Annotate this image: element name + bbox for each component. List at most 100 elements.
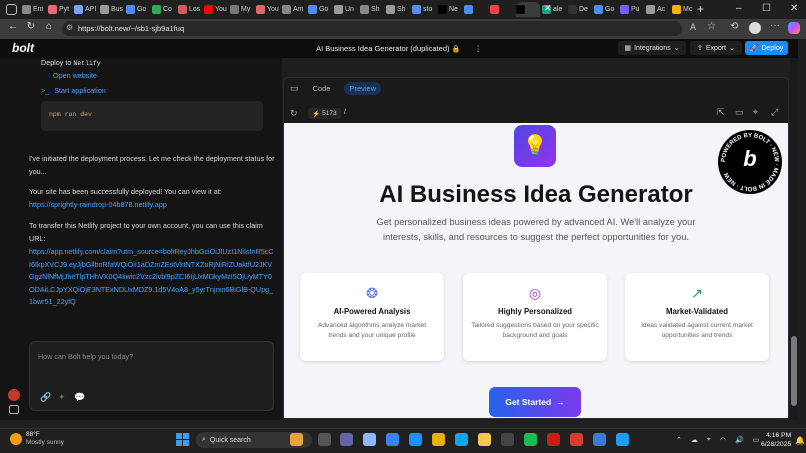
clock[interactable]: 4:16 PM 6/28/2025 xyxy=(761,431,791,449)
browser-tab[interactable]: Co xyxy=(152,2,177,17)
browser-tab[interactable] xyxy=(464,2,489,17)
explorer-icon[interactable] xyxy=(478,433,491,446)
export-button[interactable]: ⇪ Export ⌄ xyxy=(690,41,742,55)
start-button[interactable] xyxy=(176,433,189,446)
browser-tab[interactable]: API xyxy=(74,2,99,17)
preview-path-input[interactable]: / xyxy=(344,109,346,116)
photos-icon[interactable] xyxy=(409,433,422,446)
teams-icon[interactable] xyxy=(340,433,353,446)
weather-widget[interactable]: 88°F Mostly sunny xyxy=(10,431,64,447)
fullscreen-icon[interactable]: ⤢ xyxy=(771,107,778,118)
port-selector[interactable]: ⚡ 5173 xyxy=(308,108,341,119)
more-menu-icon[interactable]: ··· xyxy=(770,20,780,31)
copilot-icon[interactable] xyxy=(788,22,800,34)
chrome-icon[interactable] xyxy=(432,433,445,446)
browser-tab[interactable] xyxy=(490,2,515,17)
address-bar[interactable]: ⚙ https://bolt.new/~/sb1-sjb9a1fuq xyxy=(62,21,682,36)
chat-message-claim: To transfer this Netlify project to your… xyxy=(29,221,263,243)
opera-icon[interactable] xyxy=(547,433,560,446)
preview-reload-icon[interactable]: ↻ xyxy=(290,108,298,119)
browser-tab[interactable]: Go xyxy=(594,2,619,17)
discuss-icon[interactable]: 💬 xyxy=(74,392,85,403)
spotify-icon[interactable] xyxy=(524,433,537,446)
device-toggle-icon[interactable]: ▭ xyxy=(735,107,744,118)
browser-tab[interactable]: Bus xyxy=(100,2,125,17)
close-window-icon[interactable]: ✕ xyxy=(790,3,798,14)
notification-bell-icon[interactable]: 🔔 xyxy=(795,436,805,445)
extensions-icon[interactable]: ⟲ xyxy=(730,21,738,32)
integrations-button[interactable]: ▦ Integrations ⌄ xyxy=(618,41,686,55)
task-view-icon[interactable] xyxy=(318,433,331,446)
export-icon: ⇪ xyxy=(697,45,703,52)
favorite-star-icon[interactable]: ☆ xyxy=(707,21,716,32)
onedrive-icon[interactable]: ☁ xyxy=(691,436,698,444)
tab-preview[interactable]: Preview xyxy=(344,81,382,95)
chrome-active-icon[interactable] xyxy=(570,433,583,446)
tab-code[interactable]: Code xyxy=(309,82,335,95)
powered-by-bolt-badge[interactable]: POWERED BY BOLT · NEW · MADE IN BOLT · N… xyxy=(718,130,782,194)
back-icon[interactable]: ← xyxy=(6,21,20,32)
store-icon[interactable] xyxy=(386,433,399,446)
browser-tab[interactable]: Mc xyxy=(672,2,697,17)
browser-tab[interactable]: Sh xyxy=(360,2,385,17)
deployed-site-link[interactable]: https://sprightly-raindrop-04b878.netlif… xyxy=(29,199,275,212)
vscode-icon[interactable] xyxy=(616,433,629,446)
browser-tab[interactable] xyxy=(516,2,540,17)
tab-search-icon[interactable] xyxy=(6,4,17,15)
get-started-button[interactable]: Get Started → xyxy=(489,387,581,417)
start-application-step[interactable]: >_ Start application xyxy=(41,86,106,95)
browser-tab[interactable]: Em xyxy=(22,2,47,17)
user-avatar[interactable] xyxy=(8,389,20,401)
xbox-icon[interactable] xyxy=(593,433,606,446)
tray-chevron-icon[interactable]: ⌃ xyxy=(676,436,682,444)
browser-tab[interactable]: Ne xyxy=(438,2,463,17)
edge-icon[interactable] xyxy=(455,433,468,446)
close-tab-icon[interactable]: ✕ xyxy=(544,3,552,14)
system-tray: ⌃ ☁ ⌖ ◠ 🔊 ▭ xyxy=(676,436,759,444)
terminal-icon: >_ xyxy=(41,86,50,95)
browser-tab[interactable]: Am xyxy=(282,2,307,17)
profile-avatar[interactable] xyxy=(749,22,761,34)
open-new-tab-icon[interactable]: ⇱ xyxy=(717,107,725,118)
enhance-prompt-icon[interactable]: ✦ xyxy=(58,392,66,403)
location-icon[interactable]: ⌖ xyxy=(707,436,711,444)
new-tab-button[interactable]: + xyxy=(697,2,704,16)
deploy-button[interactable]: 🚀 Deploy xyxy=(745,41,788,55)
calendar-icon[interactable] xyxy=(363,433,376,446)
tab-label: Un xyxy=(345,6,354,13)
volume-icon[interactable]: 🔊 xyxy=(735,436,744,444)
browser-tab[interactable]: sto xyxy=(412,2,437,17)
sidebar-toggle-icon[interactable] xyxy=(9,405,19,414)
browser-tab[interactable]: De xyxy=(568,2,593,17)
browser-tab[interactable]: Go xyxy=(126,2,151,17)
minimize-icon[interactable]: – xyxy=(736,3,742,14)
scrollbar-thumb[interactable] xyxy=(791,336,797,406)
open-website-link[interactable]: Open website xyxy=(53,71,97,80)
project-menu-icon[interactable]: ⋮ xyxy=(474,44,482,53)
inspect-icon[interactable]: ⌖ xyxy=(753,107,758,118)
browser-tab[interactable]: You xyxy=(204,2,229,17)
reload-icon[interactable]: ↻ xyxy=(24,21,38,32)
browser-tab[interactable]: Pu xyxy=(620,2,645,17)
browser-tab[interactable]: Ac xyxy=(646,2,671,17)
browser-tab[interactable]: You xyxy=(256,2,281,17)
terminal-app-icon[interactable] xyxy=(501,433,514,446)
browser-tab[interactable]: Los xyxy=(178,2,203,17)
attach-icon[interactable]: 🔗 xyxy=(40,392,51,403)
browser-tab[interactable]: Un xyxy=(334,2,359,17)
chat-input[interactable]: How can Bolt help you today? 🔗 ✦ 💬 xyxy=(29,341,274,411)
browser-tab[interactable]: Pyt xyxy=(48,2,73,17)
browser-tab[interactable]: Go xyxy=(308,2,333,17)
browser-tab[interactable]: My xyxy=(230,2,255,17)
site-info-icon[interactable]: ⚙ xyxy=(66,23,73,32)
battery-icon[interactable]: ▭ xyxy=(753,436,760,444)
browser-tab[interactable]: Sh xyxy=(386,2,411,17)
wifi-icon[interactable]: ◠ xyxy=(720,436,726,444)
home-icon[interactable]: ⌂ xyxy=(42,21,56,32)
widgets-app-icon[interactable] xyxy=(290,433,303,446)
tab-label: Co xyxy=(163,6,172,13)
claim-url-link[interactable]: https://app.netlify.com/claim?utm_source… xyxy=(29,246,275,309)
read-aloud-icon[interactable]: A xyxy=(690,22,696,32)
maximize-icon[interactable]: ☐ xyxy=(762,3,771,14)
panel-toggle-icon[interactable]: ▭ xyxy=(290,83,299,94)
